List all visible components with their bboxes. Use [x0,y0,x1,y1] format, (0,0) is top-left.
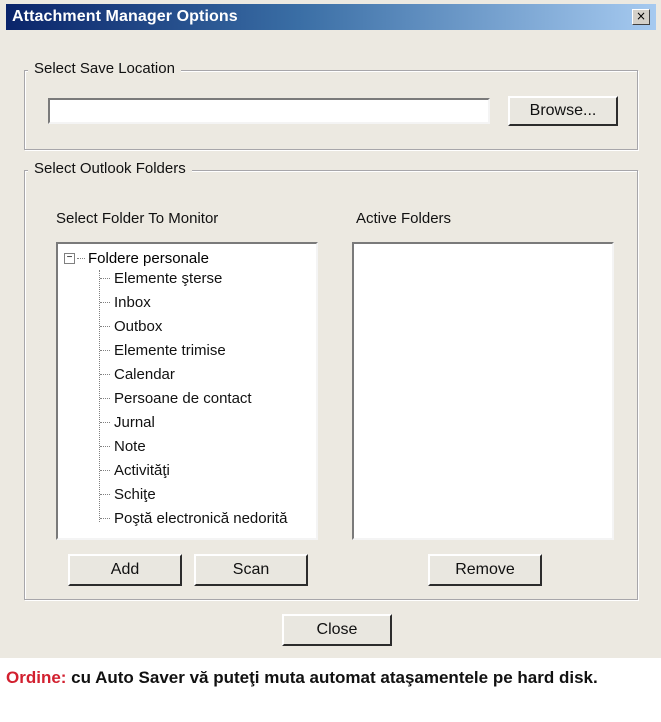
tree-folder-item[interactable]: Schiţe [100,486,156,503]
tree-folder-item[interactable]: Poştă electronică nedorită [100,510,287,527]
tree-folder-label: Elemente şterse [114,270,223,287]
tree-folder-item[interactable]: Calendar [100,366,175,383]
tree-folder-label: Persoane de contact [114,390,252,407]
tree-folder-label: Calendar [114,366,175,383]
tree-connector [100,494,110,495]
tree-connector [100,470,110,471]
tree-connector [100,278,110,279]
tree-folder-item[interactable]: Inbox [100,294,151,311]
save-path-input[interactable] [48,98,490,124]
tree-connector [100,446,110,447]
tree-connector [100,326,110,327]
tree-folder-label: Jurnal [114,414,155,431]
tree-connector [77,258,85,259]
collapse-icon[interactable]: − [64,253,75,264]
tree-connector [100,422,110,423]
window-title: Attachment Manager Options [12,8,238,25]
tree-folder-label: Poştă electronică nedorită [114,510,288,527]
tree-folder-item[interactable]: Note [100,438,146,455]
tree-folder-label: Activităţi [114,462,170,479]
close-button[interactable]: Close [282,614,392,646]
remove-button[interactable]: Remove [428,554,542,586]
caption-prefix: Ordine: [6,668,67,687]
browse-button[interactable]: Browse... [508,96,618,126]
save-location-group-label: Select Save Location [28,60,181,77]
tree-folder-label: Schiţe [114,486,156,503]
add-button[interactable]: Add [68,554,182,586]
tree-folder-item[interactable]: Outbox [100,318,162,335]
outlook-folders-group-label: Select Outlook Folders [28,160,192,177]
tree-folder-item[interactable]: Persoane de contact [100,390,252,407]
tree-folder-label: Elemente trimise [114,342,226,359]
attachment-manager-dialog: Attachment Manager Options × Select Save… [0,0,661,658]
figure-caption: Ordine: cu Auto Saver vă puteţi muta aut… [6,666,646,690]
caption-text: cu Auto Saver vă puteţi muta automat ata… [66,668,598,687]
tree-root-node[interactable]: − Foldere personale [64,250,209,267]
title-bar: Attachment Manager Options × [6,4,656,30]
tree-folder-label: Inbox [114,294,151,311]
select-folder-label: Select Folder To Monitor [56,210,219,227]
close-icon[interactable]: × [632,9,650,25]
tree-root-label: Foldere personale [88,250,209,267]
active-folders-list[interactable] [352,242,614,540]
tree-connector [100,350,110,351]
tree-folder-item[interactable]: Elemente trimise [100,342,226,359]
tree-folder-label: Outbox [114,318,163,335]
folder-tree[interactable]: − Foldere personale Elemente şterse Inbox… [56,242,318,540]
tree-connector [100,302,110,303]
tree-connector [100,374,110,375]
tree-connector [100,398,110,399]
tree-folder-label: Note [114,438,146,455]
scan-button[interactable]: Scan [194,554,308,586]
tree-connector [100,518,110,519]
active-folders-label: Active Folders [356,210,452,227]
tree-folder-item[interactable]: Activităţi [100,462,170,479]
tree-folder-item[interactable]: Jurnal [100,414,155,431]
tree-folder-item[interactable]: Elemente şterse [100,270,222,287]
